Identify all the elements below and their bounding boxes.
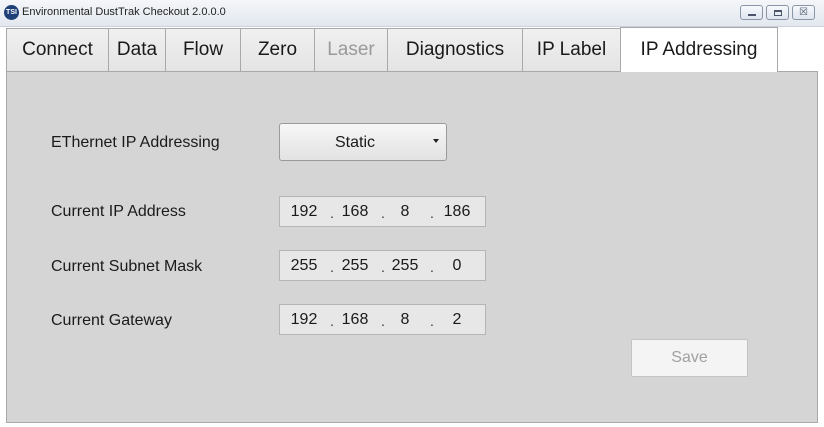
tab-label: Diagnostics	[405, 39, 505, 60]
ip-octet-3[interactable]: 8	[384, 203, 426, 221]
window-title: Environmental DustTrak Checkout 2.0.0.0	[22, 6, 226, 18]
addressing-mode-label: EThernet IP Addressing	[51, 134, 220, 151]
gateway-octet-1[interactable]: 192	[283, 311, 325, 329]
tab-strip: Connect Data Flow Zero Laser Diagnostics…	[6, 27, 778, 72]
minimize-button[interactable]	[740, 5, 763, 20]
close-button[interactable]: ☒	[792, 5, 815, 20]
subnet-mask-label: Current Subnet Mask	[51, 258, 203, 275]
tab-label: Zero	[257, 39, 298, 60]
dropdown-arrow-icon	[433, 139, 439, 143]
save-button[interactable]: Save	[631, 339, 748, 377]
tab-connect[interactable]: Connect	[6, 28, 109, 71]
gateway-octet-2[interactable]: 168	[334, 311, 376, 329]
gateway-octet-4[interactable]: 2	[434, 311, 480, 329]
subnet-octet-3[interactable]: 255	[384, 257, 426, 275]
tab-label: IP Addressing	[640, 39, 758, 60]
ip-octet-2[interactable]: 168	[334, 203, 376, 221]
gateway-label: Current Gateway	[51, 312, 172, 329]
tab-label: Laser	[327, 39, 375, 60]
subnet-octet-2[interactable]: 255	[334, 257, 376, 275]
tab-label: Flow	[182, 39, 224, 60]
tab-label: IP Label	[536, 39, 607, 60]
ip-address-field[interactable]: 192 . 168 . 8 . 186	[279, 196, 486, 227]
subnet-octet-4[interactable]: 0	[434, 257, 480, 275]
tab-data[interactable]: Data	[108, 28, 166, 71]
subnet-octet-1[interactable]: 255	[283, 257, 325, 275]
maximize-icon	[773, 9, 782, 16]
tab-label: Connect	[22, 39, 93, 60]
ip-octet-1[interactable]: 192	[283, 203, 325, 221]
ip-octet-4[interactable]: 186	[434, 203, 480, 221]
tab-label: Data	[116, 39, 158, 60]
tab-laser: Laser	[314, 28, 388, 71]
tab-ip-addressing[interactable]: IP Addressing	[620, 27, 778, 72]
minimize-icon	[747, 13, 756, 16]
tab-diagnostics[interactable]: Diagnostics	[387, 28, 523, 71]
tab-zero[interactable]: Zero	[240, 28, 315, 71]
tab-flow[interactable]: Flow	[165, 28, 241, 71]
app-logo-icon: TSI	[4, 5, 19, 20]
close-icon: ☒	[799, 6, 808, 18]
maximize-button[interactable]	[766, 5, 789, 20]
title-bar: TSI Environmental DustTrak Checkout 2.0.…	[0, 0, 824, 27]
addressing-mode-select[interactable]: Static	[279, 123, 447, 161]
gateway-octet-3[interactable]: 8	[384, 311, 426, 329]
tab-ip-label[interactable]: IP Label	[522, 28, 621, 71]
addressing-mode-value: Static	[334, 134, 375, 151]
subnet-mask-field[interactable]: 255 . 255 . 255 . 0	[279, 250, 486, 281]
gateway-field[interactable]: 192 . 168 . 8 . 2	[279, 304, 486, 335]
ip-address-label: Current IP Address	[51, 203, 186, 220]
